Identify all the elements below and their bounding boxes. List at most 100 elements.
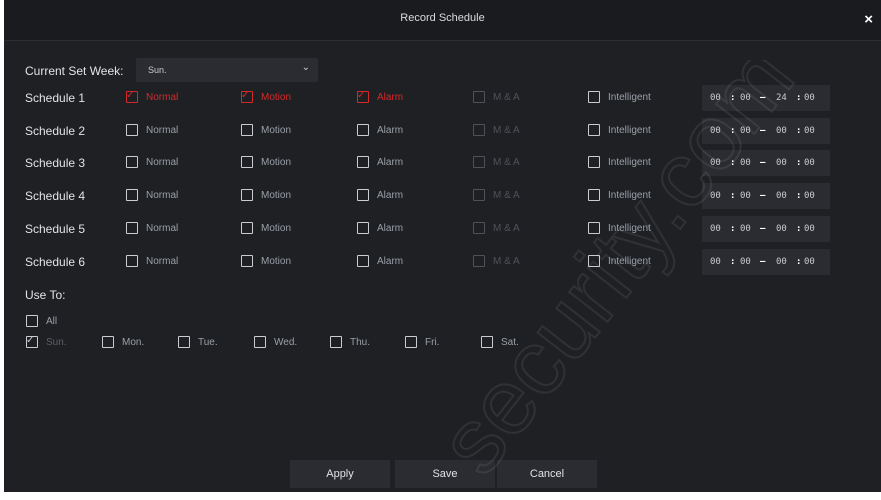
schedule-5-normal-checkbox[interactable]: Normal bbox=[126, 222, 178, 234]
day-checkbox-fri[interactable]: Fri. bbox=[405, 336, 439, 348]
end-minute[interactable]: 00 bbox=[804, 224, 815, 234]
cancel-button[interactable]: Cancel bbox=[497, 460, 597, 488]
checkbox-box bbox=[357, 124, 369, 136]
end-minute[interactable]: 00 bbox=[804, 191, 815, 201]
schedule-label: Schedule 6 bbox=[25, 255, 86, 269]
schedule-6-intelligent-checkbox[interactable]: Intelligent bbox=[588, 255, 651, 267]
start-hour[interactable]: 00 bbox=[710, 158, 721, 168]
time-dash: – bbox=[760, 93, 766, 103]
schedule-5-alarm-checkbox[interactable]: Alarm bbox=[357, 222, 403, 234]
title-bar: Record Schedule × bbox=[4, 0, 881, 41]
day-checkbox-thu[interactable]: Thu. bbox=[330, 336, 370, 348]
checkbox-box bbox=[588, 255, 600, 267]
end-hour[interactable]: 24 bbox=[776, 93, 787, 103]
schedule-4-ma-checkbox: M & A bbox=[473, 189, 520, 201]
time-colon: : bbox=[730, 224, 736, 234]
checkbox-box bbox=[473, 124, 485, 136]
checkbox-box: ✓ bbox=[241, 90, 253, 103]
schedule-1-normal-checkbox[interactable]: ✓ Normal bbox=[126, 90, 178, 103]
time-colon: : bbox=[796, 126, 802, 136]
schedule-6-time-range[interactable]: 00:00–00:00 bbox=[702, 249, 830, 275]
schedule-4-time-range[interactable]: 00:00–00:00 bbox=[702, 183, 830, 209]
checkbox-label: Motion bbox=[261, 255, 292, 267]
schedule-6-motion-checkbox[interactable]: Motion bbox=[241, 255, 291, 267]
apply-button[interactable]: Apply bbox=[290, 460, 390, 488]
schedule-2-motion-checkbox[interactable]: Motion bbox=[241, 124, 291, 136]
start-hour[interactable]: 00 bbox=[710, 191, 721, 201]
day-checkbox-sun: ✓ Sun. bbox=[26, 335, 67, 348]
checkbox-box bbox=[241, 124, 253, 136]
end-hour[interactable]: 00 bbox=[776, 158, 787, 168]
end-hour[interactable]: 00 bbox=[776, 224, 787, 234]
schedule-label: Schedule 2 bbox=[25, 124, 86, 138]
start-hour[interactable]: 00 bbox=[710, 93, 721, 103]
end-hour[interactable]: 00 bbox=[776, 126, 787, 136]
week-select[interactable]: Sun. ⌄ bbox=[136, 58, 318, 82]
checkbox-box bbox=[473, 255, 485, 267]
end-hour[interactable]: 00 bbox=[776, 191, 787, 201]
day-checkbox-wed[interactable]: Wed. bbox=[254, 336, 297, 348]
time-colon: : bbox=[730, 191, 736, 201]
start-hour[interactable]: 00 bbox=[710, 257, 721, 267]
end-hour[interactable]: 00 bbox=[776, 257, 787, 267]
checkbox-box bbox=[241, 222, 253, 234]
schedule-4-alarm-checkbox[interactable]: Alarm bbox=[357, 189, 403, 201]
schedule-2-alarm-checkbox[interactable]: Alarm bbox=[357, 124, 403, 136]
save-button[interactable]: Save bbox=[395, 460, 495, 488]
end-minute[interactable]: 00 bbox=[804, 126, 815, 136]
schedule-1-intelligent-checkbox[interactable]: Intelligent bbox=[588, 91, 651, 103]
schedule-2-time-range[interactable]: 00:00–00:00 bbox=[702, 118, 830, 144]
schedule-4-intelligent-checkbox[interactable]: Intelligent bbox=[588, 189, 651, 201]
schedule-2-intelligent-checkbox[interactable]: Intelligent bbox=[588, 124, 651, 136]
start-minute[interactable]: 00 bbox=[740, 257, 751, 267]
start-hour[interactable]: 00 bbox=[710, 126, 721, 136]
schedule-2-ma-checkbox: M & A bbox=[473, 124, 520, 136]
time-colon: : bbox=[730, 257, 736, 267]
end-minute[interactable]: 00 bbox=[804, 158, 815, 168]
end-minute[interactable]: 00 bbox=[804, 257, 815, 267]
schedule-label: Schedule 5 bbox=[25, 222, 86, 236]
all-days-checkbox[interactable]: All bbox=[26, 315, 57, 327]
start-minute[interactable]: 00 bbox=[740, 126, 751, 136]
checkbox-label: Normal bbox=[146, 156, 179, 168]
checkbox-label: M & A bbox=[493, 255, 520, 267]
day-checkbox-sat[interactable]: Sat. bbox=[481, 336, 519, 348]
schedule-5-time-range[interactable]: 00:00–00:00 bbox=[702, 216, 830, 242]
checkbox-label: Motion bbox=[261, 156, 292, 168]
start-minute[interactable]: 00 bbox=[740, 191, 751, 201]
start-hour[interactable]: 00 bbox=[710, 224, 721, 234]
start-minute[interactable]: 00 bbox=[740, 224, 751, 234]
schedule-3-alarm-checkbox[interactable]: Alarm bbox=[357, 156, 403, 168]
close-icon[interactable]: × bbox=[864, 11, 873, 28]
schedule-6-ma-checkbox: M & A bbox=[473, 255, 520, 267]
schedule-3-time-range[interactable]: 00:00–00:00 bbox=[702, 150, 830, 176]
schedule-1-motion-checkbox[interactable]: ✓ Motion bbox=[241, 90, 291, 103]
schedule-2-normal-checkbox[interactable]: Normal bbox=[126, 124, 178, 136]
schedule-1-alarm-checkbox[interactable]: ✓ Alarm bbox=[357, 90, 403, 103]
time-colon: : bbox=[796, 191, 802, 201]
day-checkbox-mon[interactable]: Mon. bbox=[102, 336, 144, 348]
schedule-5-intelligent-checkbox[interactable]: Intelligent bbox=[588, 222, 651, 234]
chevron-down-icon: ⌄ bbox=[301, 62, 310, 73]
schedule-3-motion-checkbox[interactable]: Motion bbox=[241, 156, 291, 168]
checkbox-box bbox=[357, 222, 369, 234]
day-checkbox-tue[interactable]: Tue. bbox=[178, 336, 218, 348]
day-label: Tue. bbox=[198, 336, 218, 348]
start-minute[interactable]: 00 bbox=[740, 93, 751, 103]
schedule-4-motion-checkbox[interactable]: Motion bbox=[241, 189, 291, 201]
start-minute[interactable]: 00 bbox=[740, 158, 751, 168]
day-label: Sun. bbox=[46, 336, 67, 348]
checkbox-box bbox=[126, 255, 138, 267]
checkbox-box bbox=[481, 336, 493, 348]
schedule-4-normal-checkbox[interactable]: Normal bbox=[126, 189, 178, 201]
schedule-3-intelligent-checkbox[interactable]: Intelligent bbox=[588, 156, 651, 168]
schedule-6-alarm-checkbox[interactable]: Alarm bbox=[357, 255, 403, 267]
checkbox-box bbox=[26, 315, 38, 327]
schedule-5-motion-checkbox[interactable]: Motion bbox=[241, 222, 291, 234]
schedule-6-normal-checkbox[interactable]: Normal bbox=[126, 255, 178, 267]
checkbox-box bbox=[588, 156, 600, 168]
checkbox-label: Motion bbox=[261, 189, 292, 201]
end-minute[interactable]: 00 bbox=[804, 93, 815, 103]
schedule-3-normal-checkbox[interactable]: Normal bbox=[126, 156, 178, 168]
schedule-1-time-range[interactable]: 00:00–24:00 bbox=[702, 85, 830, 111]
